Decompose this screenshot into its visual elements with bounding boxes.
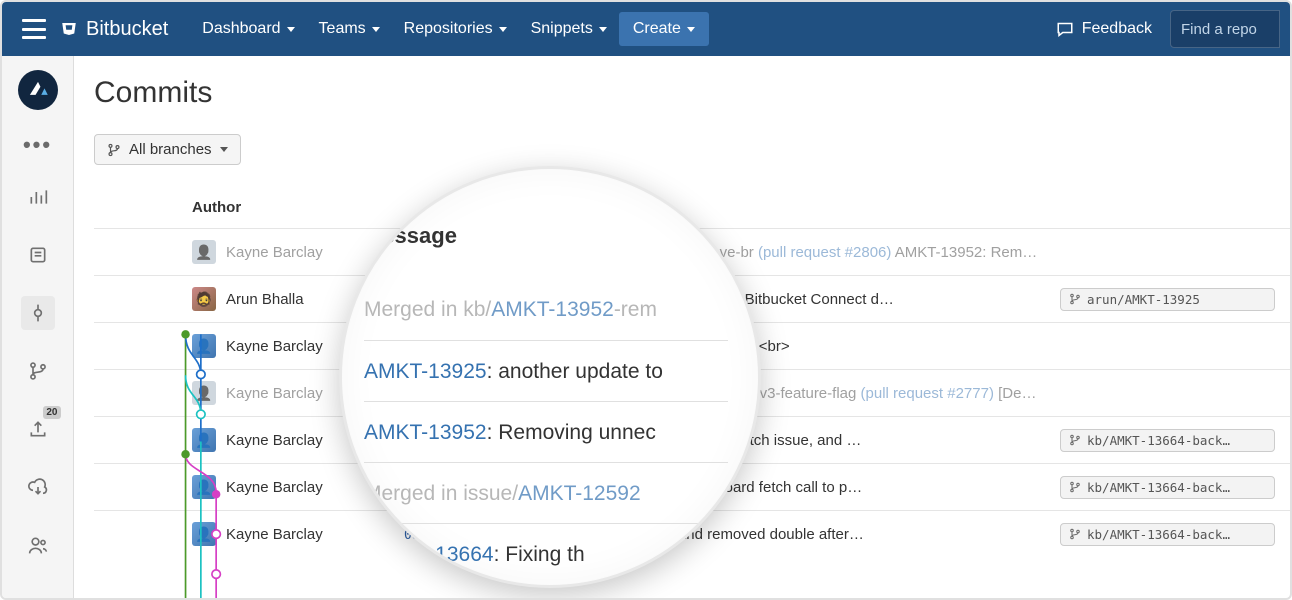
nav-snippets-label: Snippets <box>531 20 593 38</box>
search-placeholder: Find a repo <box>1181 21 1257 38</box>
chevron-down-icon <box>287 27 295 32</box>
branches-icon[interactable] <box>21 354 55 388</box>
avatar <box>192 334 216 358</box>
topbar: Bitbucket Dashboard Teams Repositories S… <box>2 2 1290 56</box>
cloud-download-icon[interactable] <box>21 470 55 504</box>
speech-bubble-icon <box>1056 21 1074 38</box>
search-input[interactable]: Find a repo <box>1170 10 1280 48</box>
nav-repositories-label: Repositories <box>404 20 493 38</box>
nav-teams[interactable]: Teams <box>307 12 392 46</box>
branch-tag[interactable]: arun/AMKT-13925 <box>1060 288 1275 311</box>
feedback-label: Feedback <box>1082 20 1152 38</box>
branch-tag[interactable]: kb/AMKT-13664-back… <box>1060 523 1275 546</box>
nav-dashboard[interactable]: Dashboard <box>190 12 306 46</box>
nav-snippets[interactable]: Snippets <box>519 12 619 46</box>
chevron-down-icon <box>372 27 380 32</box>
commits-icon[interactable] <box>21 296 55 330</box>
project-icon[interactable] <box>18 70 58 110</box>
source-icon[interactable] <box>21 238 55 272</box>
lens-row: AMKT-13952: Removing unnec <box>364 401 728 462</box>
nav-teams-label: Teams <box>319 20 366 38</box>
menu-icon[interactable] <box>22 19 46 39</box>
chevron-down-icon <box>599 27 607 32</box>
avatar <box>192 475 216 499</box>
bitbucket-icon <box>60 20 78 38</box>
avatar <box>192 287 216 311</box>
author-name: Kayne Barclay <box>226 479 323 496</box>
nav-dashboard-label: Dashboard <box>202 20 280 38</box>
branch-selector[interactable]: All branches <box>94 134 241 165</box>
author-name: Kayne Barclay <box>226 526 323 543</box>
author-name: Kayne Barclay <box>226 338 323 355</box>
avatar <box>192 381 216 405</box>
nav-repositories[interactable]: Repositories <box>392 12 519 46</box>
chevron-down-icon <box>687 27 695 32</box>
avatar <box>192 428 216 452</box>
lens-row: AMKT-13925: another update to <box>364 340 728 401</box>
stats-icon[interactable] <box>21 180 55 214</box>
users-icon[interactable] <box>21 528 55 562</box>
lens-row: Merged in kb/AMKT-13952-rem <box>364 279 728 340</box>
chevron-down-icon <box>220 147 228 152</box>
branch-tag[interactable]: kb/AMKT-13664-back… <box>1060 476 1275 499</box>
page-title: Commits <box>94 76 1290 110</box>
upload-badge: 20 <box>43 406 60 419</box>
author-name: Arun Bhalla <box>226 291 304 308</box>
branch-icon <box>107 143 121 157</box>
avatar <box>192 240 216 264</box>
more-icon[interactable]: ••• <box>23 134 52 156</box>
create-button[interactable]: Create <box>619 12 709 46</box>
magnifier: Message Merged in kb/AMKT-13952-remAMKT-… <box>339 166 761 588</box>
col-author: Author <box>192 199 404 216</box>
chevron-down-icon <box>499 27 507 32</box>
brand-label: Bitbucket <box>86 18 168 41</box>
branch-selector-label: All branches <box>129 141 212 158</box>
lens-row: Merged in issue/AMKT-12592 <box>364 462 728 523</box>
create-label: Create <box>633 20 681 38</box>
branch-tag[interactable]: kb/AMKT-13664-back… <box>1060 429 1275 452</box>
lens-header: Message <box>364 223 728 249</box>
feedback-button[interactable]: Feedback <box>1056 20 1152 38</box>
author-name: Kayne Barclay <box>226 385 323 402</box>
author-name: Kayne Barclay <box>226 244 323 261</box>
author-name: Kayne Barclay <box>226 432 323 449</box>
avatar <box>192 522 216 546</box>
sidebar: ••• 20 <box>2 56 74 598</box>
upload-icon[interactable]: 20 <box>21 412 55 446</box>
brand[interactable]: Bitbucket <box>60 18 168 41</box>
